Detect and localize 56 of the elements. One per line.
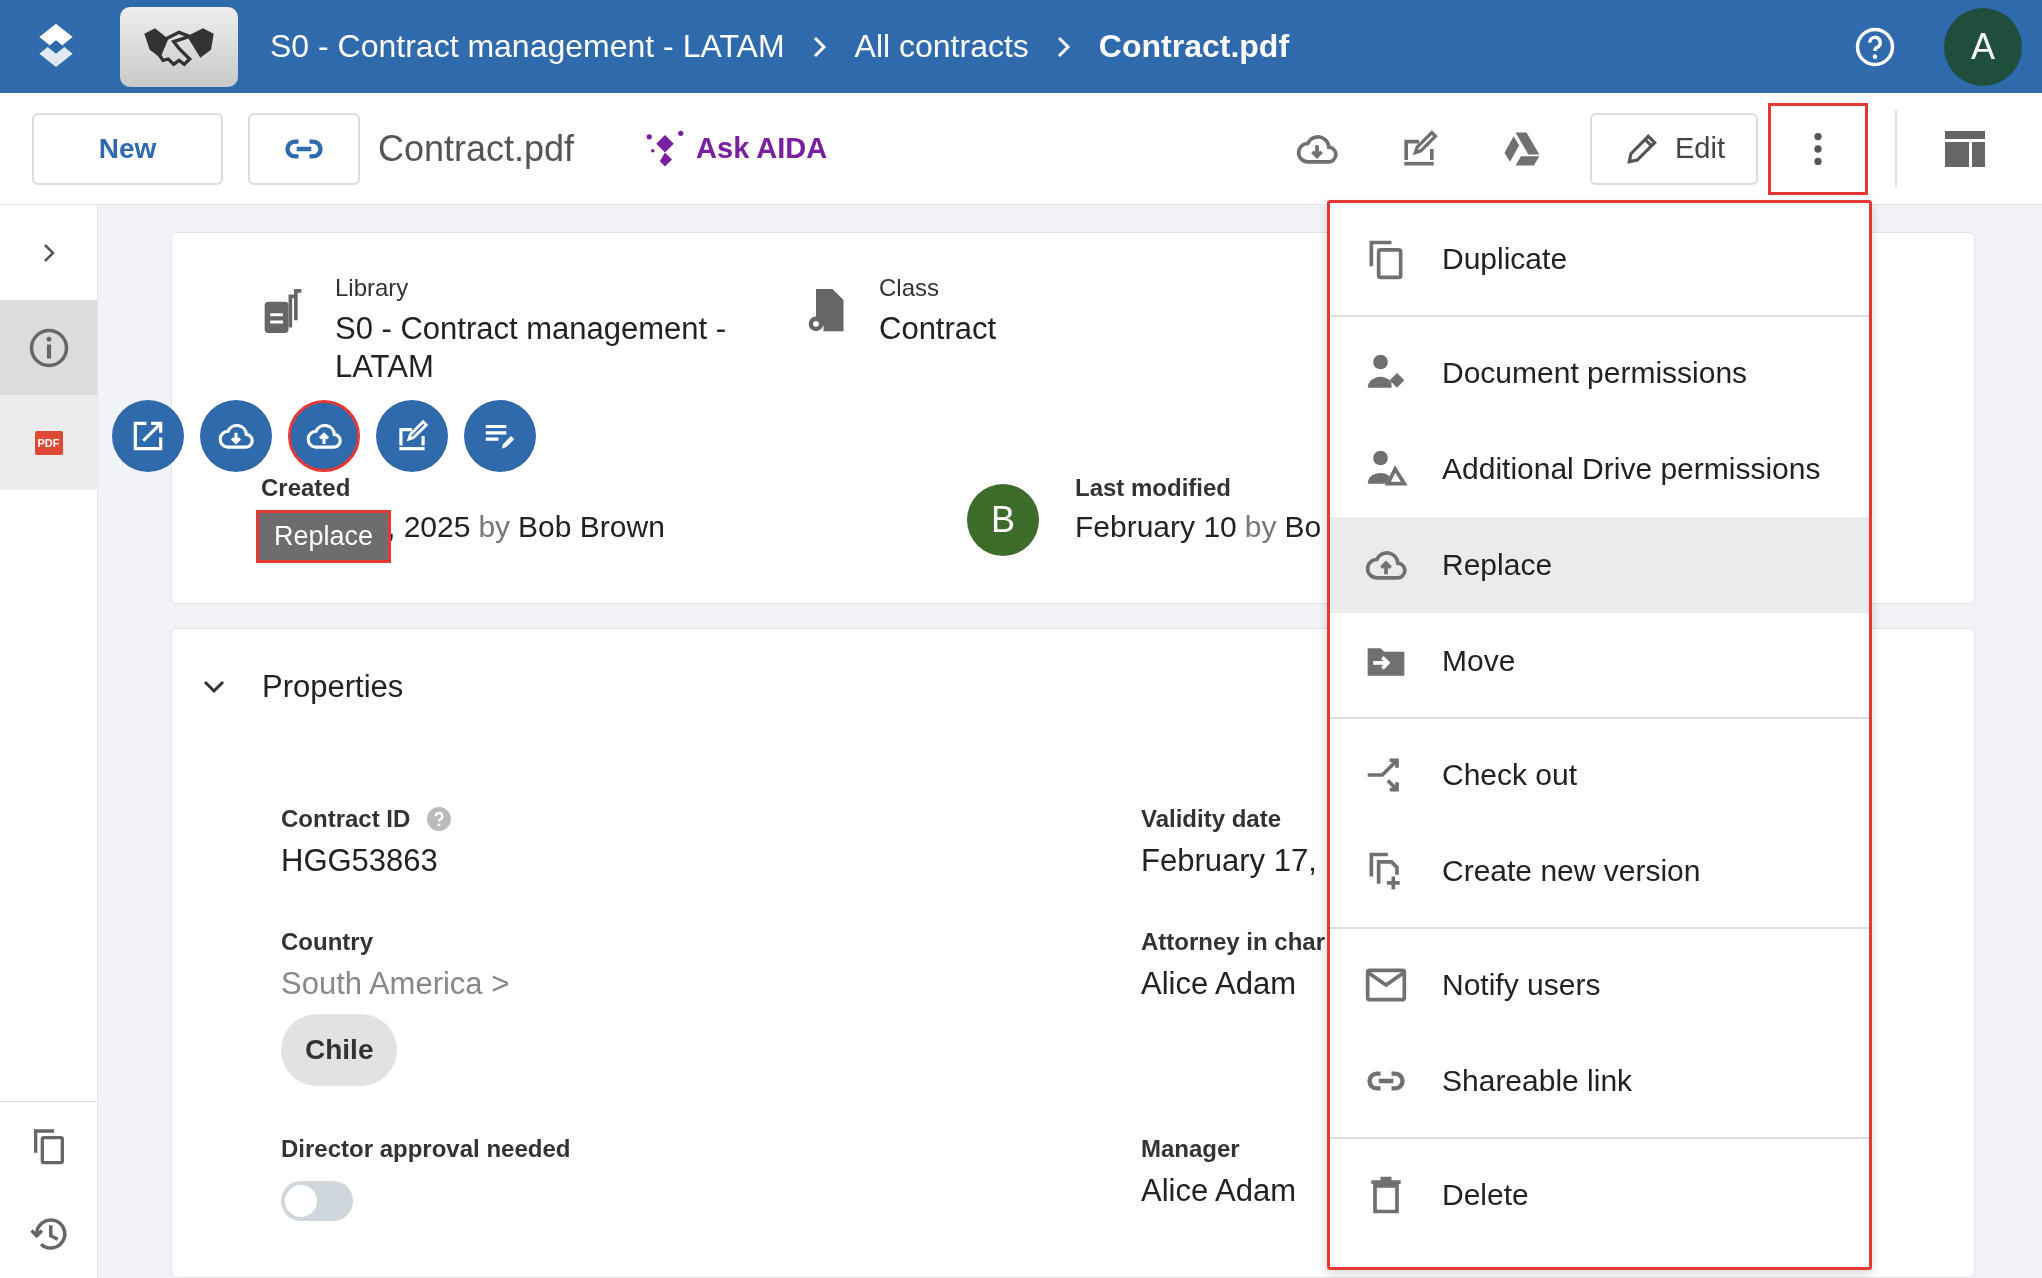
field-label: Validity date xyxy=(1141,805,1282,833)
category-path: South America > xyxy=(281,966,510,1002)
author-name: Bo xyxy=(1284,510,1322,544)
field-value: Alice Adam xyxy=(1141,1173,1297,1209)
help-icon[interactable] xyxy=(1854,25,1896,68)
menu-item[interactable]: Document permissions xyxy=(1330,325,1869,421)
field-label: Created xyxy=(261,474,352,502)
field-label: Last modified xyxy=(1075,474,1232,502)
sidebar-tab[interactable] xyxy=(0,300,97,395)
sidebar-tab[interactable]: PDF xyxy=(0,395,97,490)
file-name: Contract.pdf xyxy=(378,127,575,170)
by-text: by xyxy=(478,510,511,544)
date-text: February 10 xyxy=(1075,510,1237,544)
field-label: Attorney in char xyxy=(1141,928,1326,956)
field-label: Manager xyxy=(1141,1135,1240,1163)
field-value: Alice Adam xyxy=(1141,966,1297,1002)
by-text: by xyxy=(1244,510,1277,544)
user-avatar[interactable]: A xyxy=(1944,7,2022,86)
field-label: Director approval needed xyxy=(281,1135,571,1163)
value-chip: Chile xyxy=(281,1014,398,1086)
info-icon xyxy=(27,326,70,369)
field-value: February 17, xyxy=(1141,843,1317,879)
chevron-down-icon[interactable] xyxy=(202,679,226,695)
section-title: Properties xyxy=(262,669,404,705)
menu-item[interactable]: Additional Drive permissions xyxy=(1330,421,1869,517)
layout-icon[interactable] xyxy=(1945,130,1985,167)
menu-item[interactable]: Create new version xyxy=(1330,823,1869,919)
breadcrumb-link[interactable]: Contract.pdf xyxy=(1098,28,1290,65)
user-avatar: B xyxy=(967,484,1039,556)
menu-item[interactable]: Replace xyxy=(1330,517,1869,613)
edit-button[interactable]: Edit xyxy=(1590,112,1758,185)
link-button[interactable] xyxy=(248,112,360,185)
menu-item[interactable]: Shareable link xyxy=(1330,1033,1869,1129)
menu-item[interactable]: Delete xyxy=(1330,1147,1869,1243)
field-value: HGG53863 xyxy=(281,843,438,879)
help-icon xyxy=(426,806,453,832)
menu-item[interactable]: Duplicate xyxy=(1330,211,1869,307)
author-name: Bob Brown xyxy=(518,510,665,544)
new-button[interactable]: New xyxy=(32,112,223,185)
field-label: Country xyxy=(281,928,373,956)
pdf-icon: PDF xyxy=(34,430,63,455)
menu-item[interactable]: Move xyxy=(1330,613,1869,709)
toggle-switch[interactable] xyxy=(281,1181,353,1221)
menu-item[interactable]: Check out xyxy=(1330,727,1869,823)
menu-item[interactable]: Notify users xyxy=(1330,937,1869,1033)
field-label: Class xyxy=(879,274,940,302)
breadcrumb-link[interactable]: All contracts xyxy=(854,28,1029,65)
breadcrumb-link[interactable]: S0 - Contract management - LATAM xyxy=(270,28,785,65)
more-options-button[interactable] xyxy=(1768,102,1868,195)
field-value: Contract xyxy=(879,310,998,348)
ask-aida-button[interactable]: Ask AIDA xyxy=(644,127,828,170)
field-label: Library xyxy=(335,274,410,302)
expand-icon[interactable] xyxy=(41,241,56,264)
field-label: Contract ID xyxy=(281,805,411,833)
more-icon xyxy=(1813,131,1823,166)
field-value: S0 - Contract management - LATAM xyxy=(335,310,728,386)
